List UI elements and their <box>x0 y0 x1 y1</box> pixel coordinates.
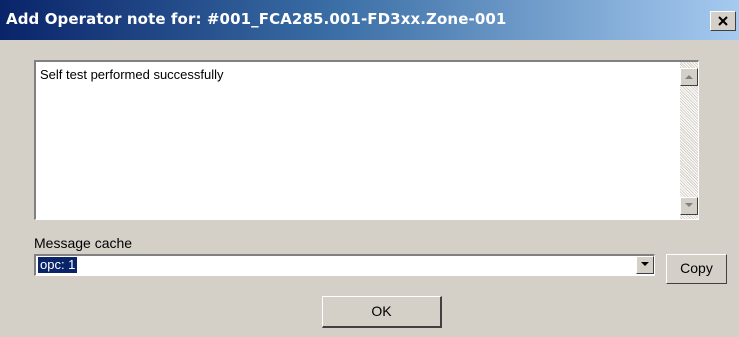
arrow-up-icon <box>685 75 693 79</box>
scroll-up-button[interactable] <box>680 68 698 86</box>
chevron-down-icon <box>641 262 649 266</box>
arrow-down-icon <box>685 203 693 207</box>
copy-button[interactable]: Copy <box>666 254 727 284</box>
title-bar[interactable]: Add Operator note for: #001_FCA285.001-F… <box>0 0 739 40</box>
vertical-scrollbar[interactable] <box>680 62 698 219</box>
message-cache-combobox[interactable]: opc: 1 <box>34 254 655 276</box>
dialog-window: Add Operator note for: #001_FCA285.001-F… <box>0 0 739 337</box>
note-textarea[interactable]: Self test performed successfully <box>34 60 699 220</box>
note-text: Self test performed successfully <box>40 67 224 82</box>
close-button[interactable] <box>710 11 736 31</box>
window-title: Add Operator note for: #001_FCA285.001-F… <box>6 10 507 28</box>
message-cache-label: Message cache <box>34 235 133 251</box>
dropdown-button[interactable] <box>636 256 654 274</box>
message-cache-value: opc: 1 <box>38 257 78 273</box>
close-icon <box>718 16 728 26</box>
scroll-down-button[interactable] <box>680 197 698 215</box>
ok-button[interactable]: OK <box>322 296 442 328</box>
